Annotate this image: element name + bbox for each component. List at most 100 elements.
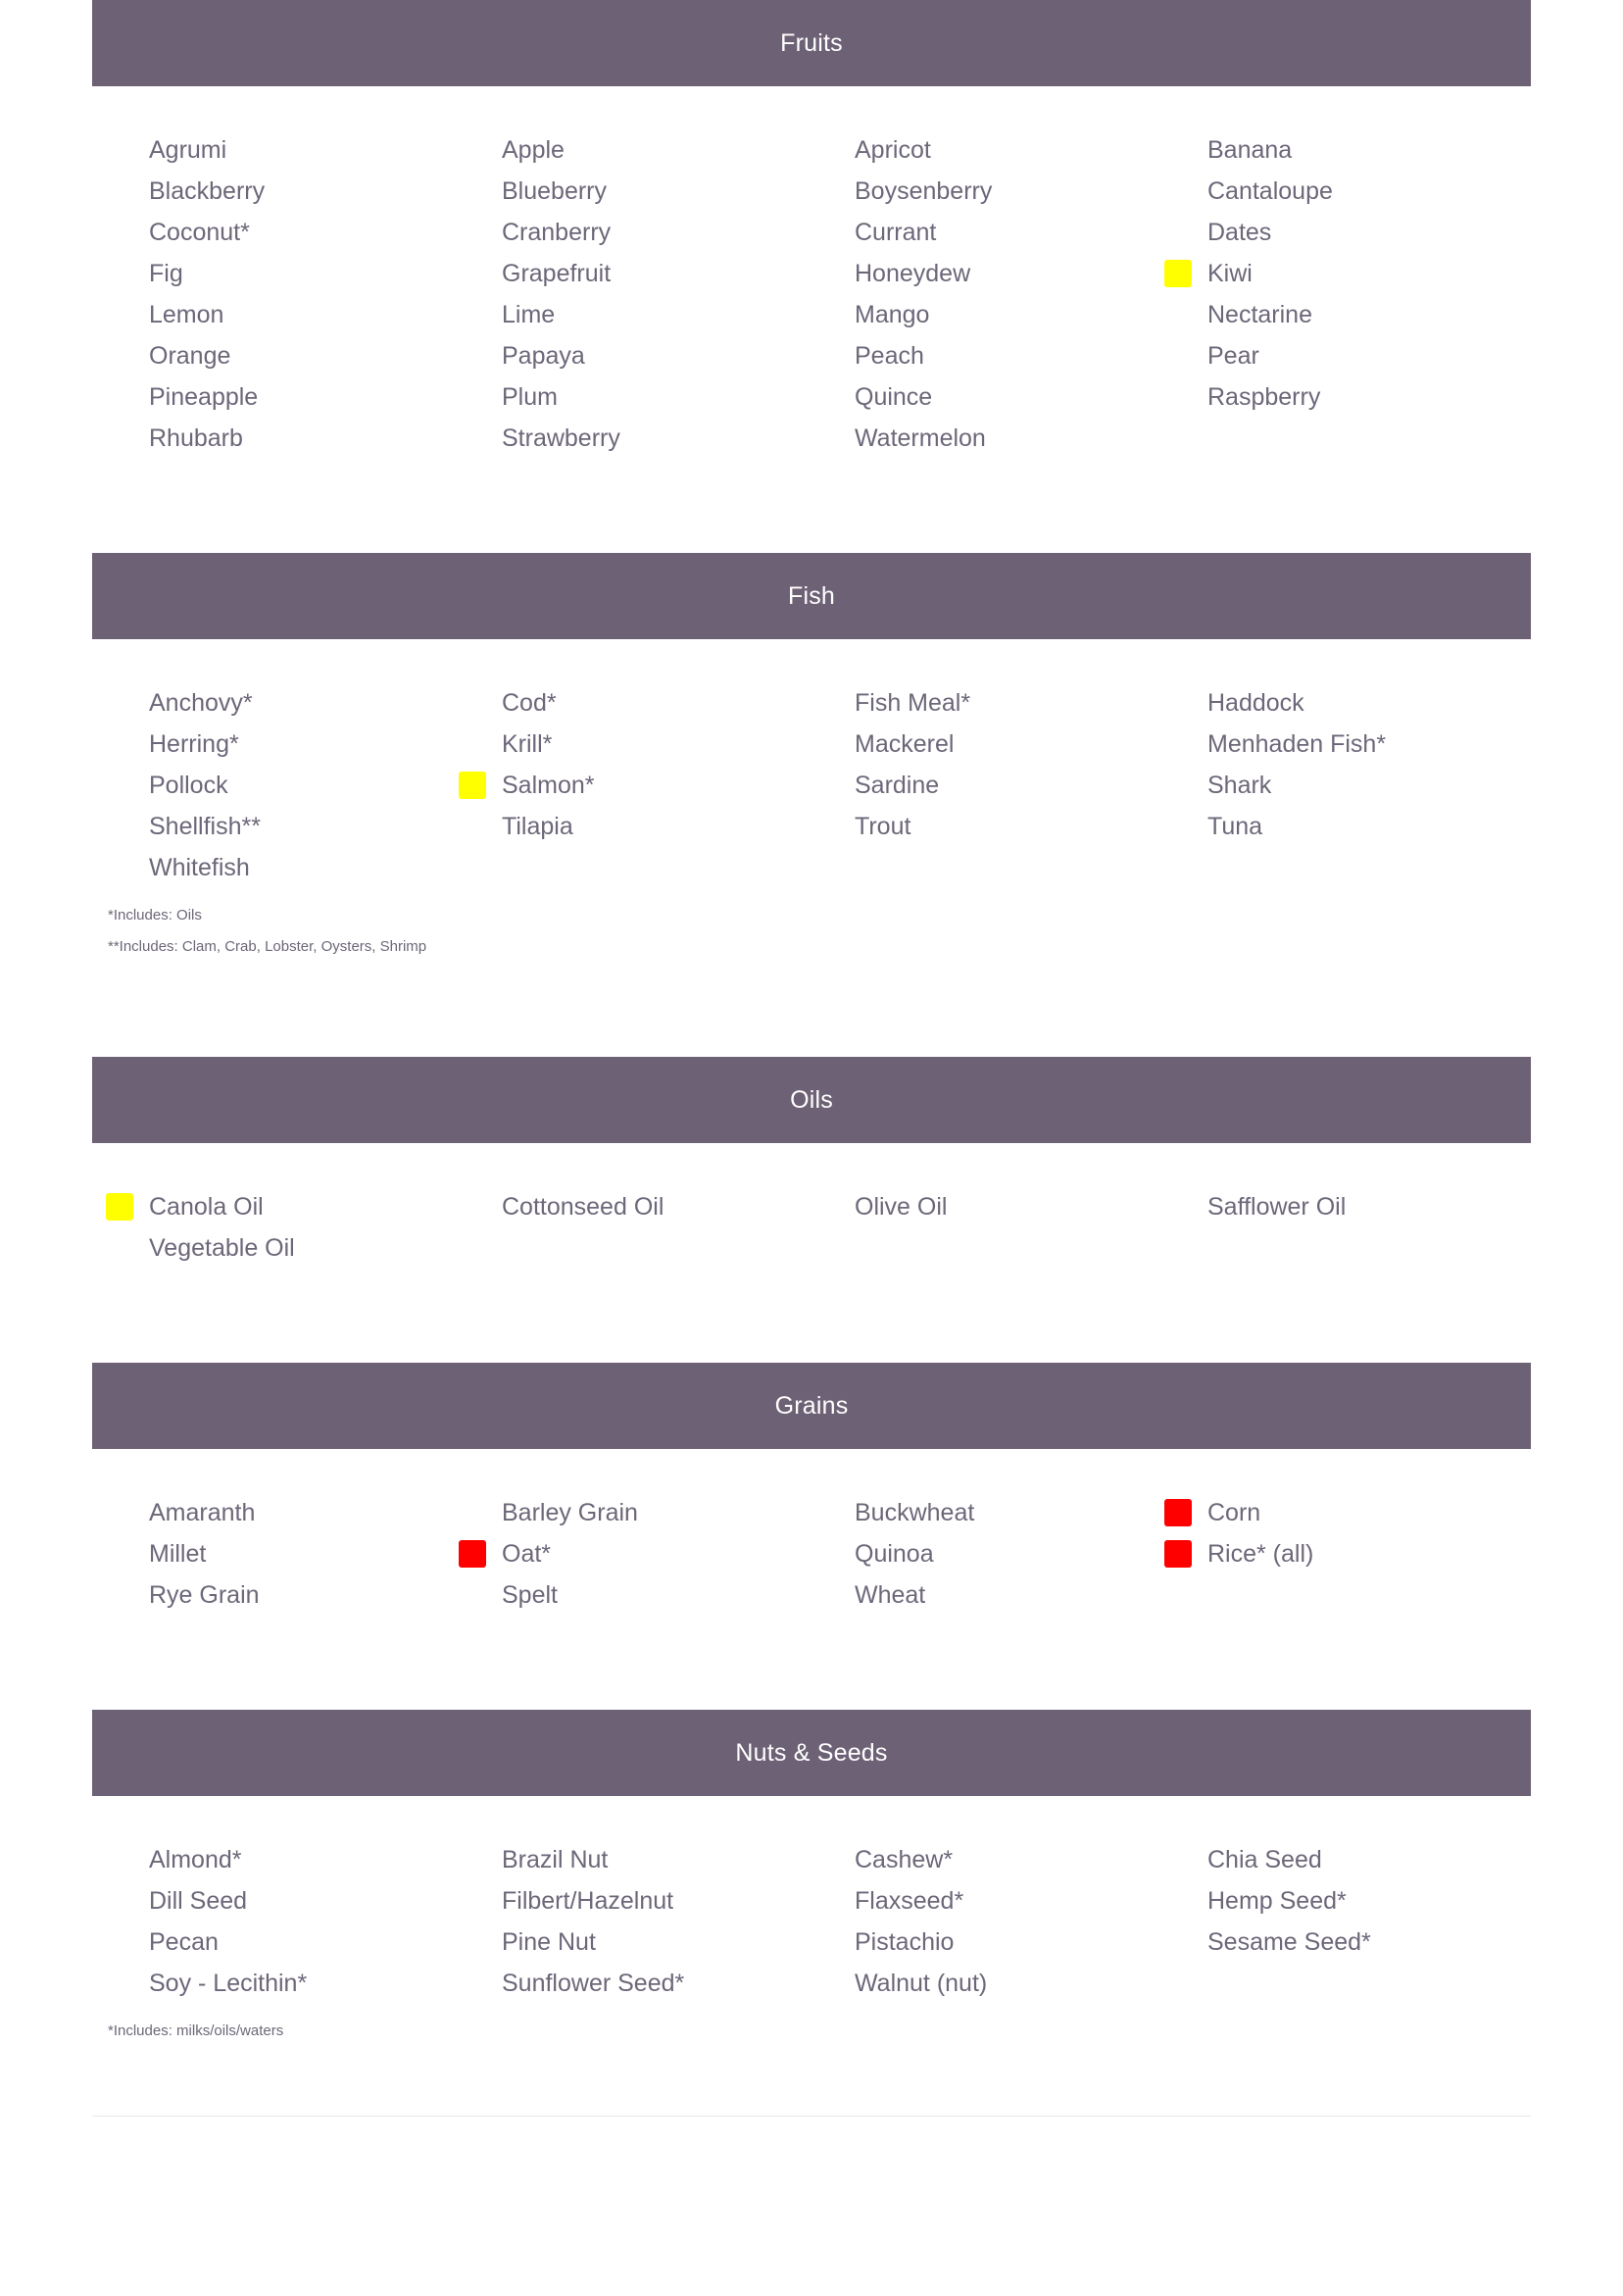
- item-grid: Canola Oil Cottonseed Oil Olive Oil Safflow…: [0, 1143, 1623, 1269]
- list-item-label: Shark: [1207, 772, 1272, 799]
- list-item-label: Sardine: [855, 772, 940, 799]
- section-header-grains: Grains: [92, 1363, 1531, 1449]
- list-item-label: Apricot: [855, 136, 931, 164]
- section-header-oils: Oils: [92, 1057, 1531, 1143]
- list-item-label: Banana: [1207, 136, 1293, 164]
- list-item: Peach: [812, 335, 1164, 376]
- section-fruits: Fruits Agrumi Apple Apricot Banana Blackberry…: [0, 0, 1623, 459]
- list-item: Olive Oil: [812, 1186, 1164, 1227]
- list-item-label: Boysenberry: [855, 177, 993, 205]
- list-item: Oat*: [459, 1533, 812, 1574]
- list-item: Nectarine: [1164, 294, 1517, 335]
- list-item-label: Haddock: [1207, 689, 1304, 717]
- list-item-label: Millet: [149, 1540, 207, 1568]
- yellow-marker-icon: [1164, 260, 1192, 287]
- list-item-label: Honeydew: [855, 260, 971, 287]
- list-item-label: Sunflower Seed*: [502, 1970, 685, 1997]
- list-item: Whitefish: [106, 847, 459, 888]
- section-header-fish: Fish: [92, 553, 1531, 639]
- red-marker-icon: [459, 1540, 486, 1568]
- list-item: Haddock: [1164, 682, 1517, 724]
- list-item: Canola Oil: [106, 1186, 459, 1227]
- list-item-label: Chia Seed: [1207, 1846, 1322, 1873]
- list-item-label: Pine Nut: [502, 1928, 596, 1956]
- list-item-label: Pecan: [149, 1928, 219, 1956]
- list-item-label: Nectarine: [1207, 301, 1312, 328]
- list-item-label: Wheat: [855, 1581, 926, 1609]
- list-item-label: Brazil Nut: [502, 1846, 609, 1873]
- list-item: Wheat: [812, 1574, 1164, 1616]
- list-item-label: Orange: [149, 342, 231, 370]
- footnote: *Includes: Oils: [108, 907, 202, 923]
- list-item: Pine Nut: [459, 1922, 812, 1963]
- list-item-label: Tilapia: [502, 813, 573, 840]
- section-body-fruits: Agrumi Apple Apricot Banana Blackberry Bluebe…: [0, 86, 1623, 459]
- list-item: Dill Seed: [106, 1880, 459, 1922]
- list-item-label: Cashew*: [855, 1846, 954, 1873]
- list-item-label: Coconut*: [149, 219, 250, 246]
- list-item: Coconut*: [106, 212, 459, 253]
- list-item: Grapefruit: [459, 253, 812, 294]
- list-item-label: Spelt: [502, 1581, 558, 1609]
- list-item: Soy - Lecithin*: [106, 1963, 459, 2004]
- list-item: Fish Meal*: [812, 682, 1164, 724]
- list-item: Chia Seed: [1164, 1839, 1517, 1880]
- section-header-nuts-and-seeds: Nuts & Seeds: [92, 1710, 1531, 1796]
- list-item: Pistachio: [812, 1922, 1164, 1963]
- section-notes: *Includes: Oils **Includes: Clam, Crab, L…: [0, 888, 1623, 963]
- list-item-label: Apple: [502, 136, 565, 164]
- list-item: Brazil Nut: [459, 1839, 812, 1880]
- list-item-label: Dates: [1207, 219, 1272, 246]
- list-item-label: Quinoa: [855, 1540, 934, 1568]
- list-item-label: Amaranth: [149, 1499, 256, 1526]
- list-item-label: Almond*: [149, 1846, 242, 1873]
- list-item: Cottonseed Oil: [459, 1186, 812, 1227]
- list-item-label: Menhaden Fish*: [1207, 730, 1387, 758]
- list-item: Sardine: [812, 765, 1164, 806]
- list-item: Millet: [106, 1533, 459, 1574]
- list-item: Salmon*: [459, 765, 812, 806]
- list-item: Lemon: [106, 294, 459, 335]
- list-item-label: Lemon: [149, 301, 224, 328]
- list-item: Krill*: [459, 724, 812, 765]
- food-category-list-page: Fruits Agrumi Apple Apricot Banana Blackberry…: [0, 0, 1623, 2117]
- list-item: Honeydew: [812, 253, 1164, 294]
- list-item-label: Rhubarb: [149, 424, 243, 452]
- footnote: **Includes: Clam, Crab, Lobster, Oysters…: [108, 938, 427, 955]
- list-item: Kiwi: [1164, 253, 1517, 294]
- section-title: Oils: [790, 1085, 833, 1114]
- list-item: Fig: [106, 253, 459, 294]
- list-item: Watermelon: [812, 418, 1164, 459]
- list-item: Vegetable Oil: [106, 1227, 459, 1269]
- section-title: Grains: [774, 1391, 849, 1420]
- list-item-label: Pollock: [149, 772, 228, 799]
- section-header-fruits: Fruits: [92, 0, 1531, 86]
- section-body-nuts-and-seeds: Almond* Brazil Nut Cashew* Chia Seed Dill Se…: [0, 1796, 1623, 2047]
- list-item-label: Raspberry: [1207, 383, 1321, 411]
- list-item-label: Watermelon: [855, 424, 986, 452]
- list-item-label: Safflower Oil: [1207, 1193, 1347, 1221]
- list-item: Pecan: [106, 1922, 459, 1963]
- list-item: Barley Grain: [459, 1492, 812, 1533]
- item-grid: Almond* Brazil Nut Cashew* Chia Seed Dill Se…: [0, 1796, 1623, 2004]
- list-item-label: Herring*: [149, 730, 239, 758]
- list-item-label: Dill Seed: [149, 1887, 248, 1915]
- list-item: Raspberry: [1164, 376, 1517, 418]
- list-item: Herring*: [106, 724, 459, 765]
- list-item-label: Olive Oil: [855, 1193, 948, 1221]
- list-item-label: Mackerel: [855, 730, 955, 758]
- list-item: Blueberry: [459, 171, 812, 212]
- list-item: Pineapple: [106, 376, 459, 418]
- list-item: Sesame Seed*: [1164, 1922, 1517, 1963]
- list-item-label: Krill*: [502, 730, 553, 758]
- bottom-divider: [92, 2116, 1531, 2117]
- list-item: Safflower Oil: [1164, 1186, 1517, 1227]
- list-item: Lime: [459, 294, 812, 335]
- list-item-label: Quince: [855, 383, 933, 411]
- section-fish: Fish Anchovy* Cod* Fish Meal* Haddock Herring…: [0, 553, 1623, 963]
- list-item-label: Pear: [1207, 342, 1259, 370]
- list-item: Boysenberry: [812, 171, 1164, 212]
